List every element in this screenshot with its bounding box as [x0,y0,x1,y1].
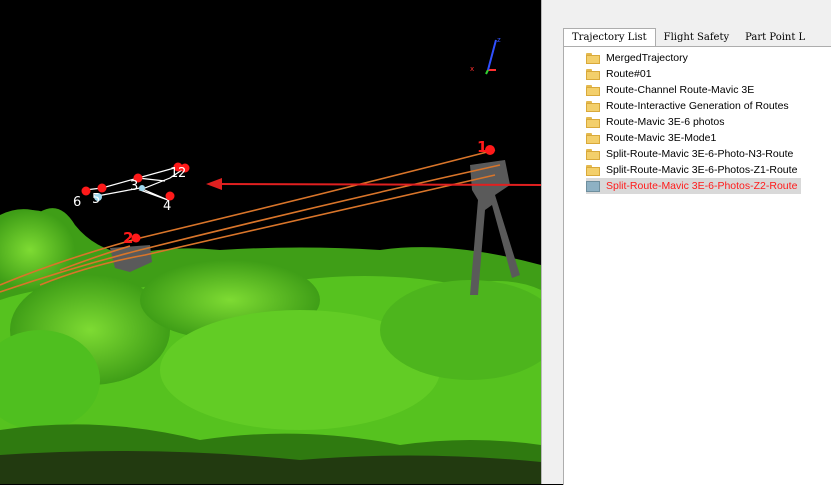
panel-tab-bar: Trajectory List Flight Safety Part Point… [563,28,813,47]
point-cloud-viewport[interactable]: 1 2 3 4 5 6 1 2 x z [0,0,541,484]
tree-item-route-interactive[interactable]: Route-Interactive Generation of Routes [586,98,789,114]
tab-part-point-list[interactable]: Part Point L [737,30,813,46]
tree-item-split-z2[interactable]: Split-Route-Mavic 3E-6-Photos-Z2-Route [586,178,802,194]
tree-item-label: Route-Mavic 3E-6 photos [606,116,725,128]
panel-splitter[interactable] [541,0,556,484]
waypoint-label: 4 [163,199,171,214]
point-cloud-scene[interactable]: 1 2 3 4 5 6 1 2 x z [0,0,541,484]
tree-item-split-z1[interactable]: Split-Route-Mavic 3E-6-Photos-Z1-Route [586,162,797,178]
waypoint-label: 5 [92,192,100,207]
folder-icon [586,52,600,64]
trajectory-tree: MergedTrajectory Route#01 Route-Channel … [563,46,831,485]
tree-item-label: Split-Route-Mavic 3E-6-Photo-N3-Route [606,148,794,160]
tree-item-route-01[interactable]: Route#01 [586,66,652,82]
tree-item-split-n3[interactable]: Split-Route-Mavic 3E-6-Photo-N3-Route [586,146,793,162]
svg-text:x: x [470,65,474,73]
folder-icon [586,100,600,112]
tree-item-label: MergedTrajectory [606,52,688,64]
axis-gizmo-icon: x z [470,36,501,75]
tree-item-label: Split-Route-Mavic 3E-6-Photos-Z1-Route [606,164,798,176]
route-icon [586,180,600,192]
tree-item-route-6-photos[interactable]: Route-Mavic 3E-6 photos [586,114,724,130]
waypoint-marker [81,186,91,196]
waypoint-marker [139,185,145,191]
folder-icon [586,164,600,176]
tab-trajectory-list[interactable]: Trajectory List [563,28,656,47]
tree-item-label: Route#01 [606,68,652,80]
tower-waypoint-label: 2 [123,229,133,247]
tree-item-route-mode1[interactable]: Route-Mavic 3E-Mode1 [586,130,716,146]
waypoint-markers [81,145,495,243]
tree-item-label: Split-Route-Mavic 3E-6-Photos-Z2-Route [606,180,798,192]
tower-waypoint-label: 1 [477,138,487,156]
vegetation-point-cloud [0,208,541,484]
folder-icon [586,116,600,128]
tree-item-label: Route-Channel Route-Mavic 3E [606,84,755,96]
tree-item-route-channel[interactable]: Route-Channel Route-Mavic 3E [586,82,754,98]
waypoint-label: 3 [130,179,138,194]
waypoint-label: 6 [73,195,81,210]
svg-text:z: z [497,36,501,44]
folder-icon [586,132,600,144]
folder-icon [586,148,600,160]
tree-item-merged-trajectory[interactable]: MergedTrajectory [586,50,688,66]
trajectory-panel: Trajectory List Flight Safety Part Point… [555,0,831,485]
waypoint-label: 2 [178,166,186,181]
folder-icon [586,68,600,80]
folder-icon [586,84,600,96]
tab-flight-safety[interactable]: Flight Safety [656,30,737,46]
tree-item-label: Route-Mavic 3E-Mode1 [606,132,717,144]
tree-item-label: Route-Interactive Generation of Routes [606,100,789,112]
